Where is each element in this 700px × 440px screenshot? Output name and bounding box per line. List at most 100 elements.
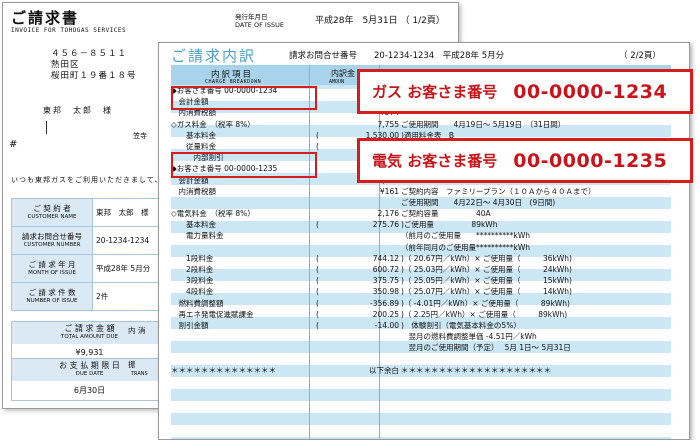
table-row: ご 請 求 件 数 NUMBER OF ISSUE 2件 (11, 282, 161, 311)
row-detail: ご使用期間 4月19日～ 5月19日 （31日間） (401, 119, 566, 129)
table-row: 請求お問合せ番号 CUSTOMER NUMBER 20-1234-1234 (11, 226, 161, 255)
due-date: 6月30日 (73, 386, 106, 395)
row-item: 基本料金 (171, 130, 216, 140)
row-amount: 275.76 (372, 220, 399, 230)
row-amount: 以下余白 (369, 365, 399, 375)
row-amount: -356.89 (370, 298, 399, 308)
divider (46, 121, 47, 134)
due-date-box: お 支 払 期 限 日 DUE DATE 6月30日 (11, 358, 168, 401)
breakdown-row: ご使用期間 4月22日～ 4月30日 (9日間) (171, 197, 671, 208)
addressee-name: 東邦 太郎 様 (43, 106, 113, 115)
row-paren: ( (316, 253, 319, 263)
breakdown-row: 内消費税額 ¥161 ご契約内容 ファミリープラン（１０Ａから４０Ａまで） (171, 186, 671, 197)
row-paren: ( (316, 298, 319, 308)
breakdown-row: 割引金額 (-14.00) 体験割引（電気基本料金の5%） (171, 320, 671, 331)
address-line: 桜田町１９番１８号 (51, 71, 137, 81)
breakdown-row: 1段料金 (744.12)（ 20.67円／kWh）× ご使用量（ 36kWh) (171, 253, 671, 264)
row-label: ご 請 求 年 月 (28, 259, 76, 269)
breakdown-row: 翌月のご使用期間（予定） 5月 1日～ 5月31日 (171, 342, 671, 353)
breakdown-row: 翌月の燃料費調整単価 -4.51円／kWh (171, 331, 671, 342)
row-item: 電力量料金 (171, 231, 224, 241)
invoice-subtitle: INVOICE FOR TOHOGAS SERVICES (11, 27, 127, 34)
row-paren: ( (316, 265, 319, 274)
address-line: ４５６－８５１１ (51, 49, 128, 59)
row-detail: )（ 20.67円／kWh）× ご使用量（ 36kWh) (401, 253, 572, 263)
row-detail: ご使用期間 4月22日～ 4月30日 (9日間) (401, 197, 556, 207)
row-amount: 600.72 (372, 265, 399, 274)
row-label: ご 請 求 件 数 (28, 287, 76, 297)
issue-label-en: DATE OF ISSUE (235, 21, 284, 29)
breakdown-row: ◇ガス料金 （税率 8%） 7,755 ご使用期間 4月19日～ 5月19日 （31… (171, 119, 671, 130)
electric-number-callout: 電気 お客さま番号 00-0000-1235 (357, 138, 693, 183)
issue-label-jp: 発行年月日 (235, 13, 268, 21)
row-item: 内消費税額 (171, 186, 216, 196)
breakdown-title: ご請求内訳 (171, 47, 257, 65)
table-row: ご 請 求 年 月 MONTH OF ISSUE 平成28年 5月分 (11, 254, 161, 283)
breakdown-rows: ◆お客さま番号 00-0000-1234 会計金額¥7,755 内消費税額¥57… (171, 85, 671, 376)
row-label-en: CUSTOMER NUMBER (23, 241, 81, 248)
breakdown-row: 3段料金 (375.75)（ 25.05円／kWh）× ご使用量（ 15kWh) (171, 275, 671, 286)
transfer-label: 振 (128, 360, 136, 369)
issue-label: 発行年月日 DATE OF ISSUE (235, 13, 284, 29)
row-item: 1段料金 (171, 253, 214, 263)
row-item: 割引金額 (171, 320, 209, 330)
row-label: ご 契 約 者 (33, 203, 71, 213)
tax-label: 内 消 (128, 326, 146, 335)
row-value: 2件 (92, 282, 161, 311)
table-row: ご 契 約 者 CUSTOMER NAME 東邦 太郎 様 (11, 198, 161, 227)
row-item: 基本料金 (171, 220, 216, 230)
issue-date-value: 平成28年 5月31日 (315, 16, 398, 26)
row-value: 東邦 太郎 様 (92, 198, 161, 227)
row-detail: )（ 2.25円／kWh）× ご使用量（ 89kWh) (401, 309, 568, 319)
row-paren: ( (316, 130, 319, 140)
breakdown-row: 燃料費調整額 ( -356.89)（ -4.01円／kWh）× ご使用量（ 89kW… (171, 298, 671, 309)
breakdown-page-number: （ 2/2頁） (619, 51, 661, 61)
row-detail: )（ 25.03円／kWh）× ご使用量（ 24kWh) (401, 265, 572, 274)
customer-info-table: ご 契 約 者 CUSTOMER NAME 東邦 太郎 様 請求お問合せ番号 CUS… (11, 198, 161, 311)
row-paren: ( (316, 220, 319, 230)
row-detail: )（ 25.05円／kWh）× ご使用量（ 15kWh) (401, 276, 572, 286)
row-item: ◇ガス料金 （税率 8%） (171, 119, 255, 129)
electric-number-highlight (171, 152, 317, 178)
row-detail: （前月のご使用量 **********kWh (401, 231, 531, 241)
address-block: ４５６－８５１１ 熱田区 桜田町１９番１８号 (51, 49, 137, 82)
breakdown-row (171, 354, 671, 365)
row-detail: 翌月の燃料費調整単価 -4.51円／kWh (401, 332, 537, 342)
row-detail: )（ -4.01円／kWh）× ご使用量（ 89kWh) (401, 298, 570, 308)
row-detail: 翌月のご使用期間（予定） 5月 1日～ 5月31日 (401, 343, 571, 353)
breakdown-header: 請求お問合せ番号 20-1234-1234 平成28年 5月分 (289, 51, 505, 61)
row-paren: ( (316, 309, 319, 319)
gas-callout-number: 00-0000-1234 (513, 80, 668, 103)
breakdown-row: 4段料金 (350.98)（ 25.07円／kWh）× ご使用量（ 14kWh) (171, 286, 671, 297)
electric-callout-label: 電気 お客さま番号 (372, 152, 498, 170)
row-amount: 375.75 (372, 276, 399, 286)
row-amount: 7,755 (377, 119, 399, 129)
row-label-en: CUSTOMER NAME (27, 213, 77, 220)
row-amount: 350.98 (372, 287, 399, 297)
issue-date: 平成28年 5月31日 （ 1/2頁） (315, 13, 445, 26)
row-value: 20-1234-1234 (92, 226, 161, 255)
breakdown-row: 基本料金 (275.76)ご使用量 89kWh (171, 219, 671, 230)
address-line: 熱田区 (51, 60, 80, 70)
gas-number-highlight (171, 86, 317, 110)
row-item: 燃料費調整額 (171, 298, 224, 308)
row-item: 従量料金 (171, 141, 216, 151)
row-item: 4段料金 (171, 287, 214, 297)
row-detail: （前年同月のご使用量**********kWh (401, 242, 531, 252)
hash-mark: # (9, 139, 18, 150)
electric-callout-number: 00-0000-1235 (513, 149, 668, 172)
row-label: 請求お問合せ番号 (22, 231, 82, 241)
row-item: ◇電気料金 （税率 8%） (171, 209, 255, 219)
row-detail: ご契約内容 ファミリープラン（１０Ａから４０Ａまで） (401, 186, 596, 196)
row-detail: ＊＊＊＊＊＊＊＊＊＊＊＊＊＊＊＊＊＊＊＊ (401, 365, 551, 375)
invoice-title: ご請求書 (11, 9, 80, 27)
row-item: 再エネ発電促進賦課金 (171, 309, 254, 319)
row-item: 3段料金 (171, 276, 214, 286)
row-amount: -14.00 (374, 320, 399, 330)
row-detail: )ご使用量 89kWh (401, 220, 498, 230)
row-label-en: MONTH OF ISSUE (28, 269, 76, 276)
breakdown-row: （前年同月のご使用量**********kWh (171, 242, 671, 253)
breakdown-row: ◇電気料金 （税率 8%） 2,176 ご契約容量 40A (171, 208, 671, 219)
row-detail: ) 体験割引（電気基本料金の5%） (401, 320, 521, 330)
column-amount-title: 内訳金 (331, 69, 355, 78)
